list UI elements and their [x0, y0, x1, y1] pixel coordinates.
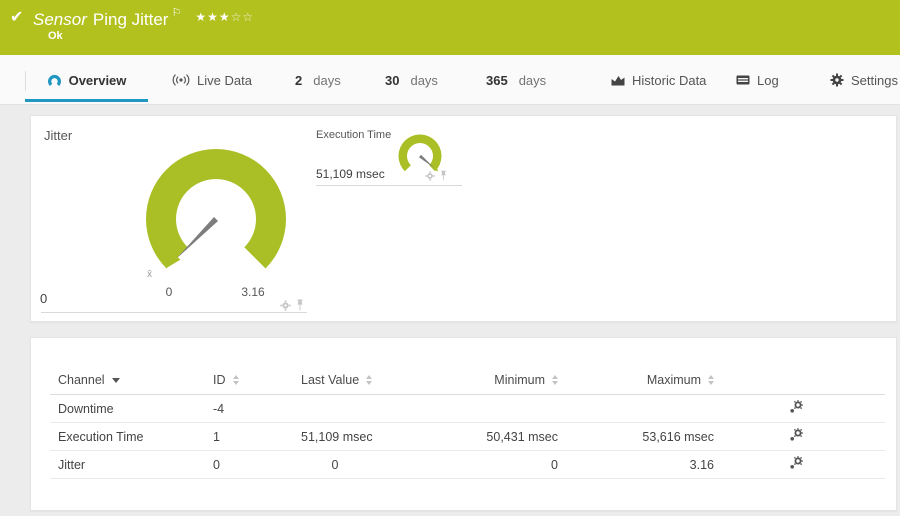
area-chart-icon — [611, 75, 625, 85]
execution-time-panel-divider — [316, 185, 462, 186]
sort-toggle-icon — [708, 375, 714, 385]
tab-2-days[interactable]: 2 days — [295, 55, 341, 105]
tab-number: 365 — [486, 72, 508, 88]
stars-empty: ☆☆ — [230, 10, 255, 24]
pin-gauge-icon[interactable] — [440, 170, 447, 181]
tab-label: days — [518, 72, 547, 88]
column-label: Maximum — [646, 373, 701, 387]
log-table-icon — [736, 75, 750, 85]
gauge-needle — [175, 217, 218, 260]
column-label: ID — [213, 373, 226, 387]
channel-name-cell: Downtime — [58, 401, 114, 416]
column-label: Last Value — [301, 373, 360, 387]
column-label: Channel — [58, 373, 105, 387]
last-value-cell: 51,109 msec — [301, 429, 373, 444]
execution-time-last-value: 51,109 msec — [316, 167, 385, 181]
jitter-gauge-title: Jitter — [44, 128, 73, 143]
jitter-last-value: 0 — [40, 291, 48, 306]
channels-table: Channel ID Last Value Minimum Maximum Do… — [50, 366, 885, 479]
channel-settings-icon[interactable] — [789, 400, 803, 414]
sort-desc-icon — [111, 377, 120, 383]
tab-label: Settings — [851, 72, 898, 88]
tab-live-data[interactable]: Live Data — [172, 55, 252, 105]
column-header-last-value[interactable]: Last Value — [301, 373, 373, 387]
column-header-minimum[interactable]: Minimum — [369, 373, 558, 387]
channel-settings-icon[interactable] — [789, 428, 803, 442]
tab-30-days[interactable]: 30 days — [385, 55, 438, 105]
minimum-cell: 50,431 msec — [486, 429, 558, 444]
broadcast-icon — [172, 74, 190, 86]
channels-panel: Channel ID Last Value Minimum Maximum Do… — [30, 337, 897, 511]
tab-historic-data[interactable]: Historic Data — [611, 55, 706, 105]
gauge-icon — [47, 74, 61, 86]
tab-log[interactable]: Log — [736, 55, 779, 105]
table-row-execution-time: Execution Time 1 51,109 msec 50,431 msec… — [50, 423, 885, 451]
tab-label: Log — [757, 72, 779, 88]
gauges-panel: Jitter x̄ 0 3.16 0 Execution Time 51,109… — [30, 115, 897, 322]
channel-name-cell: Jitter — [58, 457, 86, 472]
gauge-settings-gear-icon[interactable] — [280, 300, 291, 311]
minimum-cell: 0 — [551, 457, 558, 472]
column-label: Minimum — [494, 373, 545, 387]
status-badge: Ok — [48, 30, 63, 42]
flag-icon[interactable]: ⚐ — [171, 7, 181, 19]
table-row-downtime: Downtime -4 — [50, 395, 885, 423]
channel-id-cell: 0 — [213, 457, 220, 472]
maximum-cell: 3.16 — [689, 457, 714, 472]
gear-icon — [830, 73, 844, 87]
priority-stars[interactable]: ★★★☆☆ — [195, 10, 254, 24]
column-header-maximum[interactable]: Maximum — [558, 373, 714, 387]
sensor-tabbar: Overview Live Data 2 days 30 days 365 da… — [0, 55, 900, 105]
mean-marker: x̄ — [147, 269, 152, 280]
gauge-min-label: 0 — [166, 285, 173, 299]
jitter-gauge: x̄ 0 3.16 — [146, 149, 286, 299]
channel-settings-icon[interactable] — [789, 456, 803, 470]
sensor-header: ✔ Sensor Ping Jitter ⚐ ★★★☆☆ Ok — [0, 0, 900, 55]
gauge-max-label: 3.16 — [241, 285, 265, 299]
channel-name-cell: Execution Time — [58, 429, 144, 444]
tab-label: days — [410, 72, 438, 88]
sensor-title-line: Sensor Ping Jitter ⚐ ★★★☆☆ — [33, 6, 254, 30]
pin-gauge-icon[interactable] — [296, 299, 304, 311]
tab-label: Overview — [68, 72, 127, 88]
sensor-kind-label: Sensor — [33, 10, 87, 29]
maximum-cell: 53,616 msec — [642, 429, 714, 444]
gauge-settings-gear-icon[interactable] — [425, 171, 435, 181]
stars-filled: ★★★ — [195, 10, 231, 24]
tab-number: 2 — [295, 72, 303, 88]
tab-overview[interactable]: Overview — [25, 55, 148, 105]
page-title: Ping Jitter — [92, 10, 169, 29]
channel-id-cell: -4 — [213, 401, 225, 416]
jitter-panel-divider — [41, 312, 307, 313]
last-value-cell: 0 — [331, 457, 339, 472]
tab-365-days[interactable]: 365 days — [486, 55, 546, 105]
column-header-channel[interactable]: Channel — [58, 373, 213, 387]
execution-time-gauge-title: Execution Time — [316, 129, 392, 141]
table-row-jitter: Jitter 0 0 0 3.16 — [50, 451, 885, 479]
tab-number: 30 — [385, 72, 400, 88]
status-ok-check-icon: ✔ — [10, 9, 24, 26]
tab-label: days — [313, 72, 341, 88]
sort-toggle-icon — [232, 375, 239, 385]
table-header-row: Channel ID Last Value Minimum Maximum — [50, 366, 885, 395]
tab-settings[interactable]: Settings — [830, 55, 898, 105]
channel-id-cell: 1 — [213, 429, 220, 444]
tab-label: Historic Data — [632, 72, 707, 88]
column-header-id[interactable]: ID — [213, 373, 301, 387]
tab-label: Live Data — [197, 72, 252, 88]
